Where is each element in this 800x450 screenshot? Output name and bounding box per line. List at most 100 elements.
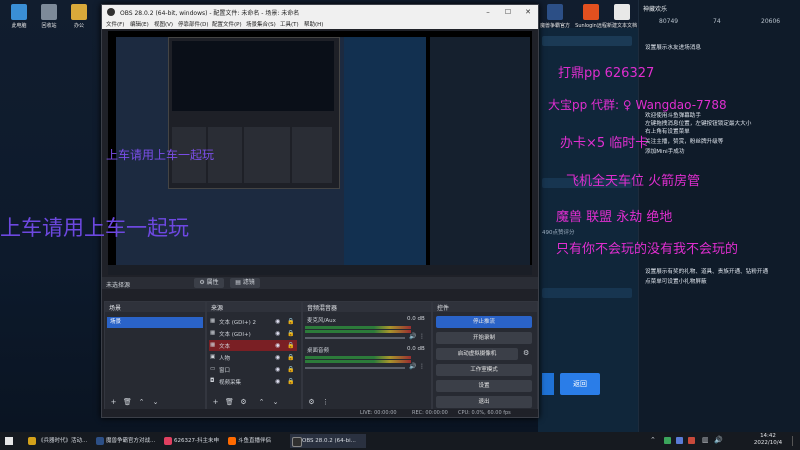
eye-icon[interactable]: ◉ [275, 330, 280, 337]
taskbar-item[interactable]: 斗鱼直播伴侣 [226, 434, 298, 448]
network-icon[interactable]: ▥ [702, 436, 709, 444]
audio-meter [305, 356, 411, 359]
close-icon[interactable]: ✕ [518, 5, 538, 19]
chevron-up-icon[interactable]: ⌃ [257, 398, 266, 407]
start-virtual-camera-button[interactable]: 启动虚拟摄像机 [436, 348, 518, 360]
lock-icon[interactable]: 🔒 [287, 354, 294, 361]
menu-help[interactable]: 帮助(H) [304, 20, 323, 28]
lock-icon[interactable]: 🔒 [287, 366, 294, 373]
source-item[interactable]: ▦ 文本 (GDI+) 2 ◉ 🔒 [209, 316, 297, 327]
kebab-menu-icon[interactable]: ⋮ [419, 363, 425, 370]
desktop-icon-office[interactable]: 办公 [64, 4, 94, 29]
audio-mixer-panel: 音频混音器 麦克风/Aux 0.0 dB 🔊 ⋮ 桌面音频 0.0 dB 🔊 ⋮… [302, 301, 432, 413]
source-item[interactable]: ▭ 窗口 ◉ 🔒 [209, 364, 297, 375]
taskbar-item[interactable]: 626327-抖主未申 [162, 434, 234, 448]
tray-app-icon[interactable] [676, 437, 683, 444]
chevron-down-icon[interactable]: ⌄ [271, 398, 280, 407]
eye-icon[interactable]: ◉ [275, 378, 280, 385]
windows-start-icon[interactable] [5, 437, 13, 445]
overlay-line: 打鼎pp 626327 [558, 66, 655, 81]
obs-icon [292, 437, 302, 447]
eye-icon[interactable]: ◉ [275, 354, 280, 361]
speaker-icon[interactable]: 🔊 [409, 363, 416, 370]
kebab-menu-icon[interactable]: ⋮ [419, 333, 425, 340]
add-icon[interactable]: + [109, 398, 118, 407]
source-item[interactable]: ▦ 文本 (GDI+) ◉ 🔒 [209, 328, 297, 339]
audio-mixer-header: 音频混音器 [303, 302, 431, 312]
obs-window-title: OBS 28.0.2 (64-bit, windows) - 配置文件: 未命名… [120, 10, 300, 17]
source-item[interactable]: ▣ 人物 ◉ 🔒 [209, 352, 297, 363]
preview-nested-chat [344, 37, 426, 265]
desktop-icon-new-text-document[interactable]: 新建文本文档 [606, 4, 638, 29]
chevron-up-icon[interactable]: ⌃ [137, 398, 146, 407]
return-button[interactable]: 返回 [560, 373, 600, 395]
gear-icon[interactable]: ⚙ [523, 349, 529, 357]
add-icon[interactable]: + [211, 398, 220, 407]
audio-meter [305, 360, 411, 363]
clock[interactable]: 14:42 2022/10/4 [748, 433, 788, 447]
eye-icon[interactable]: ◉ [275, 318, 280, 325]
mixer-channel-name: 桌面音频 [307, 348, 330, 354]
source-item[interactable]: ◘ 视频采集 ◉ 🔒 [209, 376, 297, 387]
desktop-icon-this-pc[interactable]: 此电脑 [4, 4, 34, 29]
exit-button[interactable]: 退出 [436, 396, 532, 408]
lock-icon[interactable]: 🔒 [287, 330, 294, 337]
menu-view[interactable]: 视图(V) [154, 20, 173, 28]
taskbar-item[interactable]: 魔兽争霸官方对战... [94, 434, 170, 448]
chevron-up-icon[interactable]: ⌃ [650, 436, 656, 444]
menu-edit[interactable]: 编辑(E) [130, 20, 149, 28]
panel-bar [542, 36, 632, 46]
trash-icon[interactable]: 🗑 [225, 398, 234, 407]
menu-scene-collection[interactable]: 场景集合(S) [246, 20, 276, 28]
tray-app-icon[interactable] [688, 437, 695, 444]
taskbar-item[interactable]: 《兵器时代》活动... [26, 434, 102, 448]
obs-title-bar[interactable]: OBS 28.0.2 (64-bit, windows) - 配置文件: 未命名… [102, 5, 538, 19]
maximize-icon[interactable]: ☐ [498, 5, 518, 19]
menu-profile[interactable]: 配置文件(P) [212, 20, 242, 28]
start-recording-button[interactable]: 开始录制 [436, 332, 532, 344]
volume-slider[interactable] [305, 337, 405, 339]
stream-companion-panel: 490点赞评分 返回 [538, 28, 638, 432]
trash-icon[interactable]: 🗑 [123, 398, 132, 407]
show-desktop-button[interactable] [792, 436, 799, 446]
lock-icon[interactable]: 🔒 [287, 342, 294, 349]
properties-button[interactable]: ⚙ 属性 [194, 278, 224, 288]
eye-icon[interactable]: ◉ [275, 366, 280, 373]
minimize-icon[interactable]: – [478, 5, 498, 19]
speaker-icon[interactable]: 🔊 [409, 333, 416, 340]
lock-icon[interactable]: 🔒 [287, 318, 294, 325]
settings-button[interactable]: 设置 [436, 380, 532, 392]
preview-nested-taskbar [108, 265, 532, 275]
mixer-channel-level: 0.0 dB [407, 346, 425, 352]
filters-button[interactable]: ▤ 滤镜 [230, 278, 260, 288]
image-source-icon: ▣ [210, 354, 216, 360]
gear-icon[interactable]: ⚙ [239, 398, 248, 407]
desktop-icon-recycle-bin[interactable]: 回收站 [34, 4, 64, 29]
source-item-selected[interactable]: ▦ 文本 ◉ 🔒 [209, 340, 297, 351]
taskbar-item-active[interactable]: OBS 28.0.2 (64-bi... [290, 434, 366, 448]
stat-value: 80749 [659, 18, 679, 25]
volume-slider[interactable] [305, 367, 405, 369]
sources-panel-header: 来源 [207, 302, 301, 312]
eye-icon[interactable]: ◉ [275, 342, 280, 349]
text-source-icon: ▦ [210, 318, 216, 324]
scenes-panel: 场景 场景 + 🗑 ⌃ ⌄ [104, 301, 206, 413]
tray-app-icon[interactable] [664, 437, 671, 444]
lock-icon[interactable]: 🔒 [287, 378, 294, 385]
preview-nested-preview [172, 41, 334, 111]
rating-label: 490点赞评分 [542, 230, 575, 236]
stop-streaming-button[interactable]: 停止推流 [436, 316, 532, 328]
settings-icon[interactable]: ⚙ [307, 398, 316, 407]
app-icon [164, 437, 172, 445]
menu-file[interactable]: 文件(F) [106, 20, 124, 28]
scene-item[interactable]: 场景 [107, 317, 203, 328]
panel-bar [542, 288, 632, 298]
volume-icon[interactable]: 🔊 [714, 436, 723, 444]
kebab-menu-icon[interactable]: ⋮ [321, 398, 330, 407]
studio-mode-button[interactable]: 工作室模式 [436, 364, 532, 376]
stat-value: 74 [713, 18, 721, 25]
menu-tools[interactable]: 工具(T) [280, 20, 299, 28]
chat-message: 欢迎使用斗鱼弹幕助手 [645, 113, 701, 119]
menu-docks[interactable]: 停靠部件(D) [178, 20, 209, 28]
chevron-down-icon[interactable]: ⌄ [151, 398, 160, 407]
